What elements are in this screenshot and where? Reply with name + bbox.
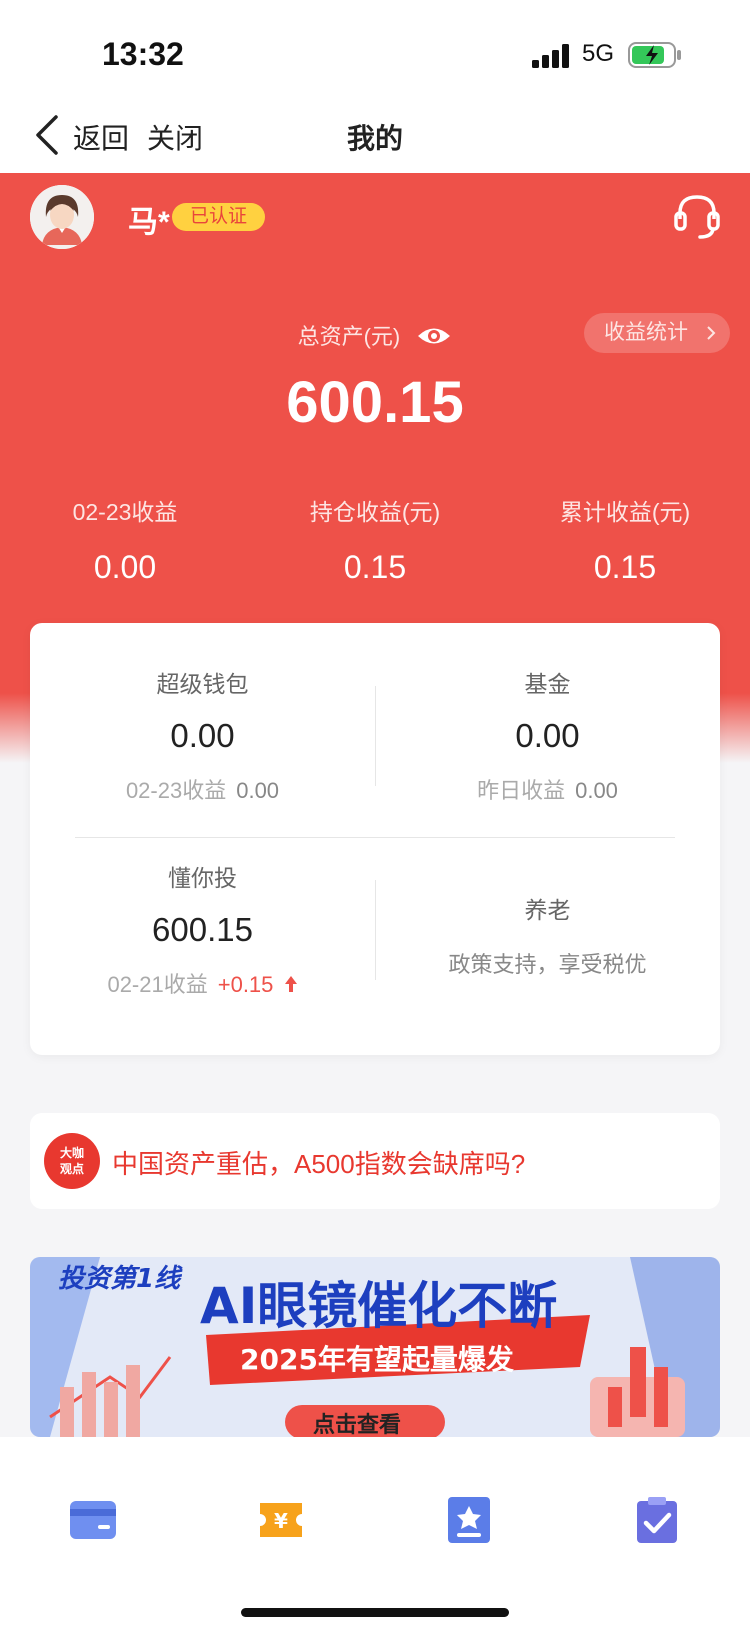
status-bar: 13:32 5G — [0, 0, 750, 105]
dongnitou-value: 600.15 — [152, 911, 253, 948]
fund-sub: 昨日收益 0.00 — [375, 773, 720, 805]
fund-sub-value: 0.00 — [575, 778, 618, 803]
bottom-tab-bar: ¥ — [0, 1437, 750, 1630]
promo-headline: AI眼镜催化不断 — [200, 1277, 557, 1335]
chevron-right-icon — [707, 326, 716, 340]
nav-bar: 返回 关闭 我的 — [0, 105, 750, 173]
promo-subline: 2025年有望起量爆发 — [240, 1343, 514, 1376]
divider-horizontal — [75, 837, 675, 838]
card-icon[interactable] — [68, 1495, 118, 1545]
fund-value: 0.00 — [515, 717, 580, 754]
total-asset-value: 600.15 — [286, 370, 464, 435]
total-asset-label-text: 总资产(元) — [297, 324, 401, 349]
dongnitou-cell[interactable]: 懂你投 600.15 02-21收益 +0.15 — [30, 859, 375, 999]
earnings-holding[interactable]: 持仓收益(元) 0.15 — [250, 493, 500, 586]
earnings-holding-value: 0.15 — [343, 549, 407, 585]
pension-desc: 政策支持，享受税优 — [448, 952, 647, 977]
promo-cta: 点击查看 — [313, 1412, 401, 1437]
super-wallet-sub-label: 02-23收益 — [125, 778, 227, 803]
username: 马* — [128, 206, 170, 239]
page-title: 我的 — [346, 123, 403, 154]
super-wallet-title: 超级钱包 — [156, 671, 249, 697]
products-card: 超级钱包 0.00 02-23收益 0.00 基金 0.00 昨日收益 0.00 懂… — [30, 623, 720, 1055]
dongnitou-title: 懂你投 — [168, 865, 237, 891]
status-time: 13:32 — [102, 36, 184, 72]
promo-banner-art: 投资第1线 AI眼镜催化不断 2025年有望起量爆发 点击查看 — [30, 1257, 720, 1437]
earnings-holding-label: 持仓收益(元) — [309, 499, 441, 525]
promo-brand: 投资第1线 — [58, 1264, 183, 1294]
network-label: 5G — [582, 40, 615, 67]
fund-cell[interactable]: 基金 0.00 昨日收益 0.00 — [375, 665, 720, 805]
news-strip[interactable]: 大咖 观点 中国资产重估，A500指数会缺席吗? — [30, 1113, 720, 1209]
promo-banner[interactable]: 投资第1线 AI眼镜催化不断 2025年有望起量爆发 点击查看 — [30, 1257, 720, 1437]
pension-cell[interactable]: 养老 政策支持，享受税优 — [375, 891, 720, 979]
fund-sub-label: 昨日收益 — [477, 778, 566, 803]
verified-badge: 已认证 — [172, 203, 266, 231]
expert-view-badge-line1: 大咖 — [59, 1146, 84, 1160]
battery-icon — [628, 42, 681, 68]
dongnitou-sub-label: 02-21收益 — [107, 972, 208, 997]
earnings-daily-label: 02-23收益 — [72, 499, 178, 525]
avatar[interactable] — [30, 185, 94, 249]
news-headline[interactable]: 中国资产重估，A500指数会缺席吗? — [112, 1144, 525, 1181]
expert-view-badge: 大咖 观点 — [44, 1133, 100, 1189]
avatar-icon — [30, 185, 94, 249]
eye-icon[interactable] — [416, 323, 452, 349]
dongnitou-sub: 02-21收益 +0.15 — [30, 967, 375, 999]
earnings-stats-label: 收益统计 — [604, 321, 688, 344]
earnings-daily[interactable]: 02-23收益 0.00 — [0, 493, 250, 586]
svg-text:¥: ¥ — [274, 1509, 288, 1533]
earnings-stats-button[interactable]: 收益统计 — [584, 313, 730, 353]
bookmark-icon[interactable] — [444, 1495, 494, 1545]
dongnitou-sub-value: +0.15 — [217, 972, 274, 997]
home-indicator[interactable] — [241, 1608, 509, 1617]
expert-view-badge-line2: 观点 — [59, 1162, 84, 1176]
super-wallet-cell[interactable]: 超级钱包 0.00 02-23收益 0.00 — [30, 665, 375, 805]
earnings-cumulative-label: 累计收益(元) — [559, 499, 691, 525]
pension-title: 养老 — [524, 897, 571, 923]
fund-title: 基金 — [524, 671, 571, 697]
earnings-cumulative[interactable]: 累计收益(元) 0.15 — [500, 493, 750, 586]
super-wallet-sub-value: 0.00 — [236, 778, 280, 803]
signal-icon — [532, 44, 569, 68]
earnings-cumulative-value: 0.15 — [593, 549, 657, 585]
clipboard-check-icon[interactable] — [632, 1495, 682, 1545]
earnings-daily-value: 0.00 — [93, 549, 157, 585]
coupon-icon[interactable]: ¥ — [256, 1495, 306, 1545]
super-wallet-sub: 02-23收益 0.00 — [30, 773, 375, 805]
headset-icon[interactable] — [672, 189, 722, 241]
arrow-up-icon — [284, 976, 297, 993]
super-wallet-value: 0.00 — [170, 717, 235, 754]
